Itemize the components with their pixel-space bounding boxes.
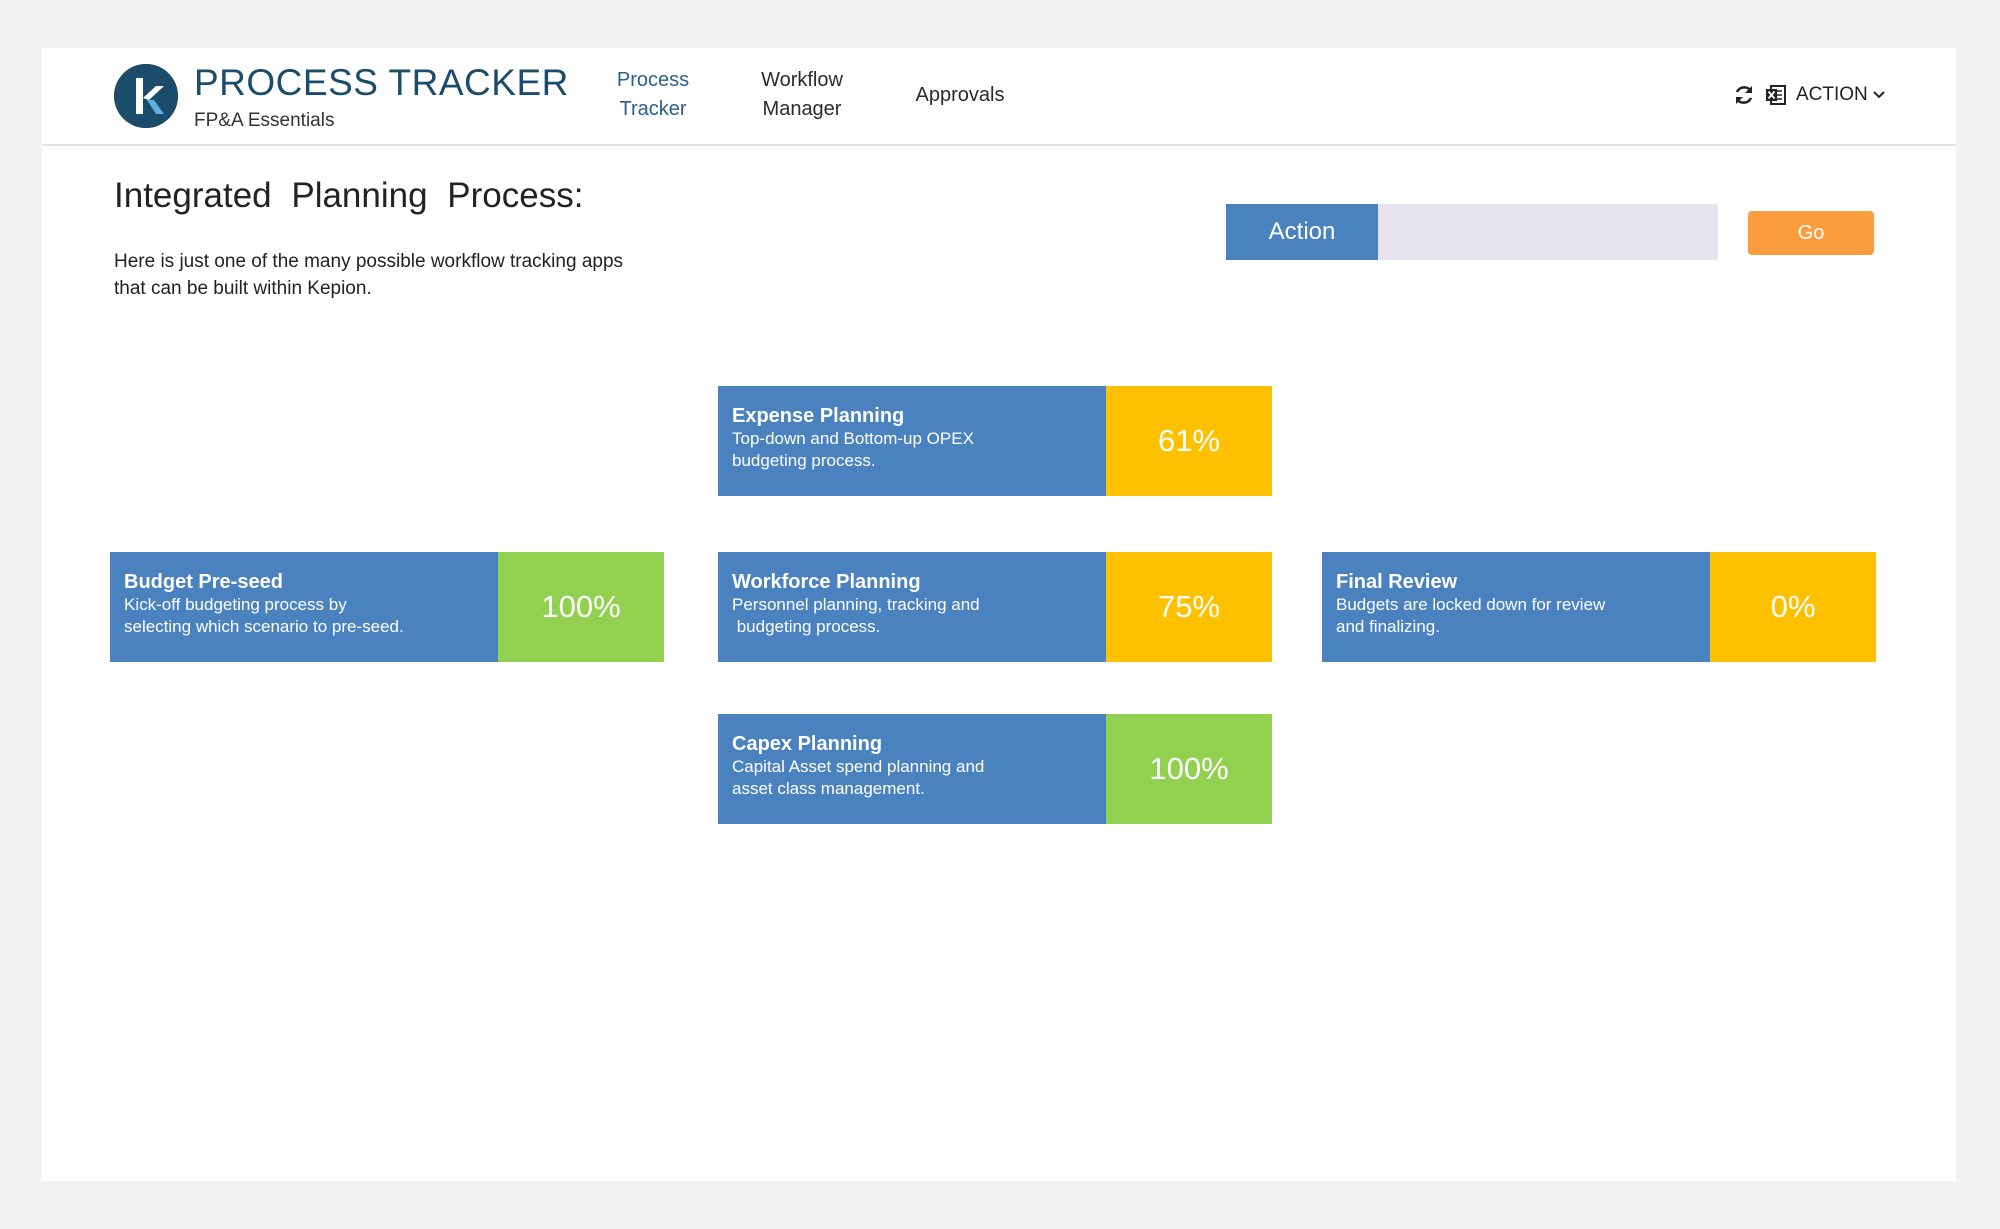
card-info: Expense Planning Top-down and Bottom-up …	[718, 386, 1106, 496]
card-title: Budget Pre-seed	[124, 571, 283, 593]
card-description-line: and finalizing.	[1336, 617, 1440, 636]
process-card-expense-planning[interactable]: Expense Planning Top-down and Bottom-up …	[718, 386, 1272, 496]
kepion-logo-icon	[114, 64, 178, 128]
top-header: PROCESS TRACKER FP&A Essentials Process …	[42, 48, 1956, 146]
nav-label-line2: Manager	[762, 98, 842, 120]
chevron-down-icon	[1873, 91, 1885, 99]
process-card-final-review[interactable]: Final Review Budgets are locked down for…	[1322, 552, 1876, 662]
card-progress-percent: 75%	[1106, 552, 1272, 662]
app-window: PROCESS TRACKER FP&A Essentials Process …	[42, 48, 1956, 1181]
card-description-line: Budgets are locked down for review	[1336, 595, 1606, 614]
app-subtitle: FP&A Essentials	[194, 110, 335, 131]
card-description-line: Capital Asset spend planning and	[732, 757, 985, 776]
nav-label-line1: Process	[616, 69, 690, 91]
go-button[interactable]: Go	[1748, 211, 1874, 255]
card-title: Capex Planning	[732, 733, 883, 755]
nav-process-tracker[interactable]: Process Tracker	[598, 66, 708, 124]
nav-workflow-manager[interactable]: Workflow Manager	[742, 66, 862, 124]
card-description-line: Personnel planning, tracking and	[732, 595, 980, 614]
card-progress-percent: 100%	[498, 552, 664, 662]
action-menu-label: ACTION	[1796, 84, 1868, 105]
card-description-line: budgeting process.	[732, 451, 876, 470]
window-frame: PROCESS TRACKER FP&A Essentials Process …	[0, 0, 2000, 1229]
page-title: Integrated Planning Process:	[114, 176, 584, 215]
card-title: Final Review	[1336, 571, 1458, 593]
process-card-capex-planning[interactable]: Capex Planning Capital Asset spend plann…	[718, 714, 1272, 824]
card-info: Capex Planning Capital Asset spend plann…	[718, 714, 1106, 824]
process-card-workforce-planning[interactable]: Workforce Planning Personnel planning, t…	[718, 552, 1272, 662]
card-description-line: asset class management.	[732, 779, 925, 798]
nav-approvals[interactable]: Approvals	[900, 81, 1020, 110]
card-progress-percent: 61%	[1106, 386, 1272, 496]
nav-label-line1: Workflow	[761, 69, 843, 91]
card-info: Workforce Planning Personnel planning, t…	[718, 552, 1106, 662]
card-description-line: budgeting process.	[732, 617, 881, 636]
card-description-line: Kick-off budgeting process by	[124, 595, 347, 614]
refresh-icon[interactable]	[1732, 83, 1756, 107]
card-title: Expense Planning	[732, 405, 905, 427]
description-line: Here is just one of the many possible wo…	[114, 251, 624, 272]
description-line: that can be built within Kepion.	[114, 278, 372, 299]
card-progress-percent: 100%	[1106, 714, 1272, 824]
page-description: Here is just one of the many possible wo…	[114, 248, 734, 302]
card-progress-percent: 0%	[1710, 552, 1876, 662]
nav-label-line2: Tracker	[619, 98, 687, 120]
action-field-label: Action	[1226, 204, 1378, 260]
app-title: PROCESS TRACKER	[194, 62, 569, 103]
header-tools: ACTION	[1732, 78, 1886, 112]
card-description-line: Top-down and Bottom-up OPEX	[732, 429, 974, 448]
excel-icon[interactable]	[1764, 83, 1788, 107]
action-input[interactable]	[1378, 204, 1718, 260]
process-card-budget-preseed[interactable]: Budget Pre-seed Kick-off budgeting proce…	[110, 552, 664, 662]
card-title: Workforce Planning	[732, 571, 921, 593]
action-menu[interactable]: ACTION	[1796, 84, 1886, 106]
card-info: Budget Pre-seed Kick-off budgeting proce…	[110, 552, 498, 662]
card-info: Final Review Budgets are locked down for…	[1322, 552, 1710, 662]
card-description-line: selecting which scenario to pre-seed.	[124, 617, 404, 636]
